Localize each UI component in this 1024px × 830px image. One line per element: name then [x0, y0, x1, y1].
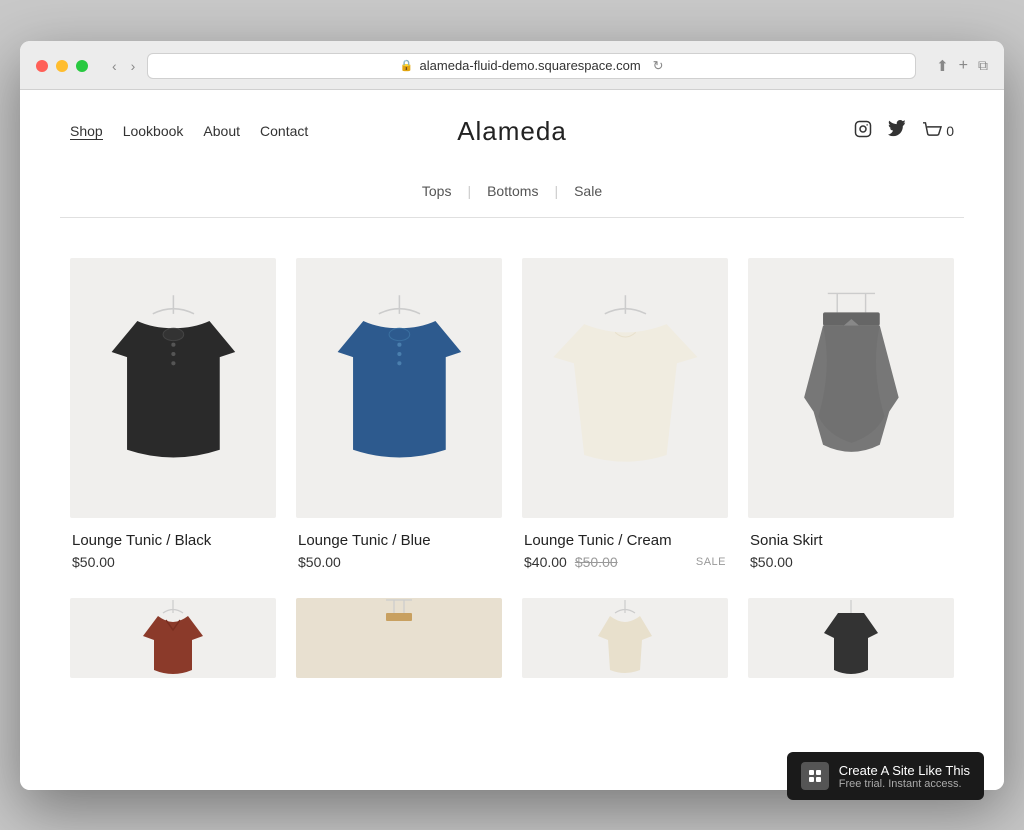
site-header: Shop Lookbook About Contact Alameda — [20, 90, 1004, 163]
back-button[interactable]: ‹ — [108, 56, 121, 76]
url-text: alameda-fluid-demo.squarespace.com — [420, 58, 641, 73]
sq-main-text: Create A Site Like This — [839, 763, 970, 778]
main-nav: Shop Lookbook About Contact — [70, 123, 308, 140]
tabs-icon[interactable]: ⧉ — [978, 57, 988, 74]
close-dot[interactable] — [36, 60, 48, 72]
nav-contact[interactable]: Contact — [260, 123, 308, 140]
product-price-row-black: $50.00 — [72, 554, 274, 570]
product-price-blue: $50.00 — [298, 554, 341, 570]
product-price-row-skirt: $50.00 — [750, 554, 952, 570]
header-icons: 0 — [854, 120, 954, 143]
product-image-partial-tan — [296, 598, 502, 678]
browser-actions: ⬆ + ⧉ — [936, 57, 988, 75]
product-price-cream: $40.00 — [524, 554, 567, 570]
refresh-icon[interactable]: ↻ — [653, 58, 664, 74]
product-card-partial-tan[interactable] — [286, 588, 512, 688]
nav-shop[interactable]: Shop — [70, 123, 103, 140]
cart-area[interactable]: 0 — [922, 122, 954, 140]
address-bar[interactable]: 🔒 alameda-fluid-demo.squarespace.com ↻ — [147, 53, 916, 79]
twitter-icon[interactable] — [888, 120, 906, 143]
maximize-dot[interactable] — [76, 60, 88, 72]
minimize-dot[interactable] — [56, 60, 68, 72]
product-image-skirt — [748, 258, 954, 518]
new-tab-icon[interactable]: + — [959, 57, 968, 75]
product-price-skirt: $50.00 — [750, 554, 793, 570]
product-price-black: $50.00 — [72, 554, 115, 570]
product-price-row-cream: $40.00 $50.00 SALE — [524, 554, 726, 570]
product-image-cream — [522, 258, 728, 518]
squarespace-badge[interactable]: Create A Site Like This Free trial. Inst… — [787, 752, 984, 800]
lock-icon: 🔒 — [400, 59, 414, 72]
cart-count: 0 — [946, 123, 954, 139]
nav-lookbook[interactable]: Lookbook — [123, 123, 184, 140]
product-card-black[interactable]: Lounge Tunic / Black $50.00 — [60, 248, 286, 588]
product-image-partial-dark — [748, 598, 954, 678]
product-info-black: Lounge Tunic / Black $50.00 — [70, 518, 276, 578]
squarespace-text: Create A Site Like This Free trial. Inst… — [839, 763, 970, 790]
filter-tops[interactable]: Tops — [422, 183, 452, 199]
product-price-row-blue: $50.00 — [298, 554, 500, 570]
share-icon[interactable]: ⬆ — [936, 57, 949, 75]
squarespace-logo — [801, 762, 829, 790]
product-image-partial-rust — [70, 598, 276, 678]
sale-badge-cream: SALE — [696, 556, 726, 568]
nav-about[interactable]: About — [203, 123, 240, 140]
product-card-partial-rust[interactable] — [60, 588, 286, 688]
instagram-icon[interactable] — [854, 120, 872, 143]
product-price-orig-cream: $50.00 — [575, 554, 618, 570]
product-card-partial-cream2[interactable] — [512, 588, 738, 688]
browser-window: ‹ › 🔒 alameda-fluid-demo.squarespace.com… — [20, 41, 1004, 790]
product-name-skirt: Sonia Skirt — [750, 532, 952, 549]
filter-sep-1: | — [467, 183, 471, 199]
filter-section: Tops | Bottoms | Sale — [20, 163, 1004, 228]
product-name-black: Lounge Tunic / Black — [72, 532, 274, 549]
product-name-blue: Lounge Tunic / Blue — [298, 532, 500, 549]
filter-bar: Tops | Bottoms | Sale — [422, 183, 602, 199]
product-grid: Lounge Tunic / Black $50.00 — [20, 228, 1004, 588]
browser-chrome: ‹ › 🔒 alameda-fluid-demo.squarespace.com… — [20, 41, 1004, 90]
browser-nav: ‹ › — [108, 56, 139, 76]
filter-sale[interactable]: Sale — [574, 183, 602, 199]
product-image-blue — [296, 258, 502, 518]
filter-sep-2: | — [554, 183, 558, 199]
product-info-skirt: Sonia Skirt $50.00 — [748, 518, 954, 578]
product-card-blue[interactable]: Lounge Tunic / Blue $50.00 — [286, 248, 512, 588]
page-content: Shop Lookbook About Contact Alameda — [20, 90, 1004, 790]
product-card-skirt[interactable]: Sonia Skirt $50.00 — [738, 248, 964, 588]
product-grid-bottom — [20, 588, 1004, 688]
product-image-black — [70, 258, 276, 518]
browser-controls: ‹ › 🔒 alameda-fluid-demo.squarespace.com… — [36, 53, 988, 79]
product-info-cream: Lounge Tunic / Cream $40.00 $50.00 SALE — [522, 518, 728, 578]
site-title: Alameda — [457, 116, 567, 147]
product-card-cream[interactable]: Lounge Tunic / Cream $40.00 $50.00 SALE — [512, 248, 738, 588]
divider-line — [60, 217, 964, 218]
product-name-cream: Lounge Tunic / Cream — [524, 532, 726, 549]
forward-button[interactable]: › — [127, 56, 140, 76]
filter-bottoms[interactable]: Bottoms — [487, 183, 538, 199]
product-info-blue: Lounge Tunic / Blue $50.00 — [296, 518, 502, 578]
sq-sub-text: Free trial. Instant access. — [839, 778, 970, 790]
product-card-partial-dark[interactable] — [738, 588, 964, 688]
product-image-partial-cream2 — [522, 598, 728, 678]
